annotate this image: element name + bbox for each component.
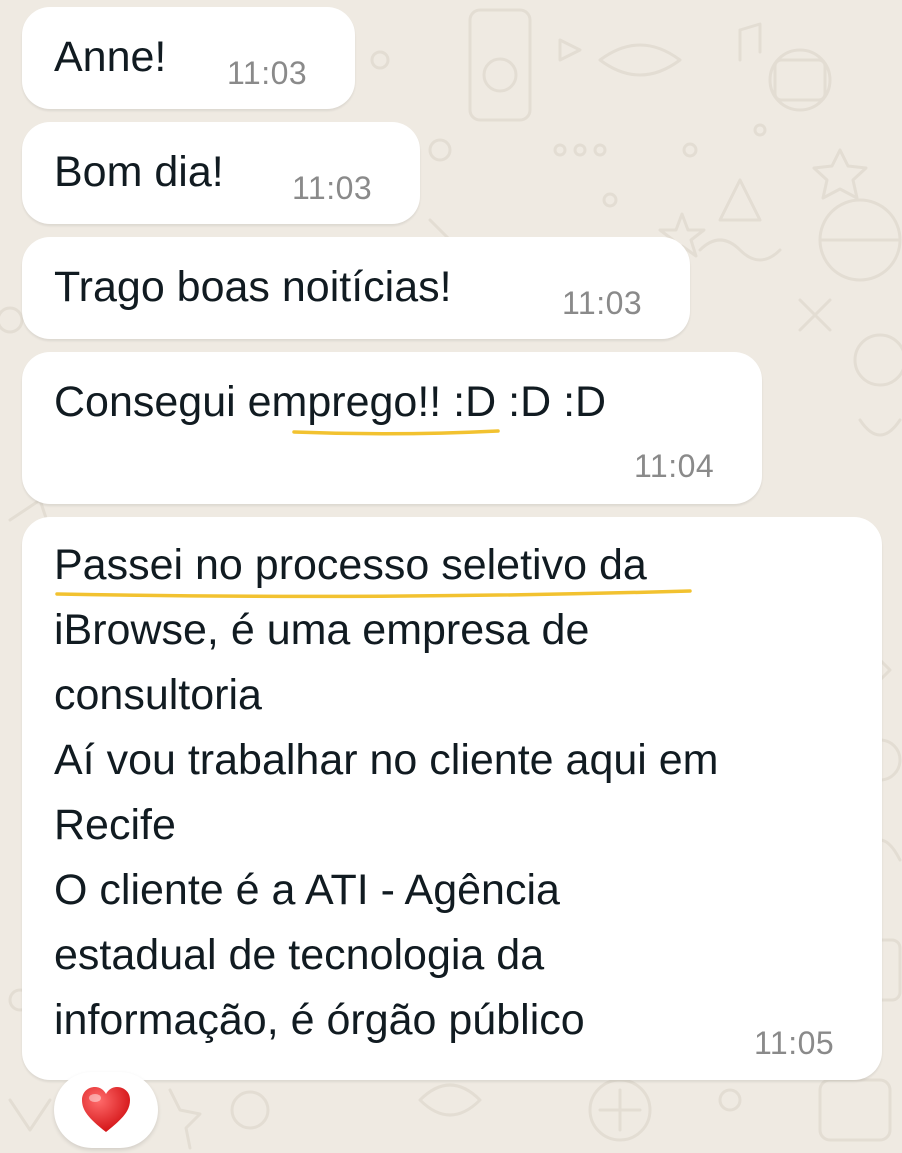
message-text-line: iBrowse, é uma empresa de [54, 606, 590, 654]
message-timestamp: 11:04 [634, 448, 715, 484]
message-bubble[interactable]: Bom dia! 11:03 [22, 122, 420, 224]
message-text: Anne! [54, 33, 167, 81]
message-text: Bom dia! [54, 148, 224, 196]
message-text: Consegui emprego!! :D :D :D [54, 378, 607, 426]
spellcheck-underline [292, 429, 500, 436]
message-text-line: consultoria [54, 671, 262, 719]
reaction-badge[interactable] [54, 1072, 158, 1148]
message-bubble[interactable]: Anne! 11:03 [22, 7, 355, 109]
message-text-line: Recife [54, 801, 176, 849]
message-timestamp: 11:03 [227, 55, 308, 91]
message-timestamp: 11:03 [292, 170, 373, 206]
heart-icon [82, 1087, 130, 1132]
message-timestamp: 11:05 [754, 1025, 835, 1061]
message-text: Trago boas noitícias! [54, 263, 452, 311]
message-text-line: Aí vou trabalhar no cliente aqui em [54, 736, 719, 784]
spellcheck-underline [55, 589, 692, 599]
message-text-line: estadual de tecnologia da [54, 931, 545, 979]
message-bubble[interactable]: Trago boas noitícias! 11:03 [22, 237, 690, 339]
message-text-line: O cliente é a ATI - Agência [54, 866, 560, 914]
message-text-line: informação, é órgão público [54, 996, 585, 1044]
message-timestamp: 11:03 [562, 285, 643, 321]
message-text: Passei no processo seletivo da iBrowse, … [54, 533, 719, 1053]
